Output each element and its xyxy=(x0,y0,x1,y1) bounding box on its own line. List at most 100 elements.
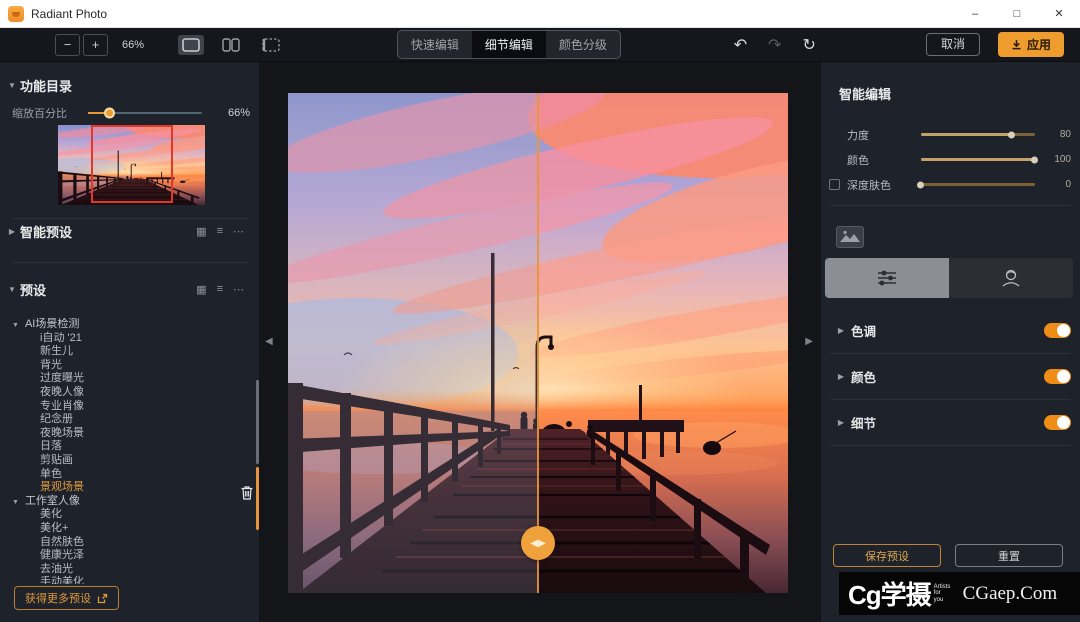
scrollbar-marker[interactable] xyxy=(256,467,259,530)
preset-item[interactable]: 景观场景 xyxy=(0,481,252,495)
edit-mode-tab[interactable]: 快速编辑 xyxy=(398,31,472,58)
divider xyxy=(12,218,248,219)
slider-checkbox[interactable] xyxy=(829,179,840,190)
slider-label: 深度肤色 xyxy=(847,177,921,193)
navigator-viewport-rect[interactable] xyxy=(91,125,173,203)
list-view-icon[interactable]: ≡ xyxy=(217,225,223,238)
slider-value: 80 xyxy=(1035,129,1071,140)
slider-value: 0 xyxy=(1035,179,1071,190)
smart-presets-title: 智能预设 xyxy=(20,222,72,241)
zoom-percent-row: 缩放百分比 66% xyxy=(12,105,250,121)
presets-header[interactable]: ▼ 预设 ▦ ≡ ⋯ xyxy=(4,280,256,299)
preset-item[interactable]: i自动 '21 xyxy=(0,332,252,346)
reset-button[interactable]: 重置 xyxy=(955,544,1063,567)
preset-item[interactable]: ▼AI场景检测 xyxy=(0,318,252,332)
preset-item[interactable]: 背光 xyxy=(0,359,252,373)
preset-item[interactable]: 日落 xyxy=(0,440,252,454)
adjustment-section-row[interactable]: ▶ 色调 xyxy=(831,308,1071,354)
grid-view-icon[interactable]: ▦ xyxy=(196,225,206,238)
slider-track[interactable] xyxy=(921,158,1035,161)
photo-preview: ◀▶ xyxy=(288,93,788,593)
next-image-arrow[interactable]: ▶ xyxy=(805,336,813,347)
slider-row: 力度 80 xyxy=(821,122,1080,147)
preset-item[interactable]: 自然肤色 xyxy=(0,536,252,550)
navigator-thumbnail[interactable] xyxy=(58,125,205,205)
preset-item[interactable]: 过度曝光 xyxy=(0,372,252,386)
preset-item[interactable]: 美化+ xyxy=(0,522,252,536)
chevron-right-icon: ▶ xyxy=(831,372,851,381)
before-after-split-line[interactable] xyxy=(537,93,539,593)
more-options-icon[interactable]: ⋯ xyxy=(233,283,244,296)
right-panel: 智能编辑 力度 80 颜色 xyxy=(820,62,1080,622)
preset-item[interactable]: 夜晚场景 xyxy=(0,427,252,441)
watermark-site: CGaep.Com xyxy=(963,583,1057,605)
left-sidebar: ▼ 功能目录 缩放百分比 66% ▶ 智能预设 xyxy=(0,62,260,622)
function-catalog-header[interactable]: ▼ 功能目录 xyxy=(4,76,72,95)
divider xyxy=(831,205,1071,206)
more-options-icon[interactable]: ⋯ xyxy=(233,225,244,238)
slider-track[interactable] xyxy=(921,133,1035,136)
edit-mode-tab[interactable]: 细节编辑 xyxy=(472,31,546,58)
preset-item[interactable]: 专业肖像 xyxy=(0,400,252,414)
adjustment-section-row[interactable]: ▶ 细节 xyxy=(831,400,1071,446)
slider-label: 力度 xyxy=(847,127,921,143)
section-label: 色调 xyxy=(851,321,876,340)
tab-portrait-adjustments[interactable] xyxy=(949,258,1073,298)
split-view-icon[interactable] xyxy=(218,35,244,55)
minimize-button[interactable]: – xyxy=(954,0,996,27)
adjustment-tabs xyxy=(825,258,1073,298)
preset-item[interactable]: 剪贴画 xyxy=(0,454,252,468)
edit-mode-tab[interactable]: 颜色分级 xyxy=(546,31,620,58)
section-label: 颜色 xyxy=(851,367,876,386)
close-button[interactable]: ✕ xyxy=(1038,0,1080,27)
save-preset-button[interactable]: 保存预设 xyxy=(833,544,941,567)
list-view-icon[interactable]: ≡ xyxy=(217,283,223,296)
zoom-out-button[interactable]: − xyxy=(55,34,80,56)
get-more-presets-button[interactable]: 获得更多预设 xyxy=(14,586,119,610)
preset-item[interactable]: 去油光 xyxy=(0,563,252,577)
section-toggle[interactable] xyxy=(1044,323,1071,338)
section-toggle[interactable] xyxy=(1044,369,1071,384)
preset-item[interactable]: 夜晚人像 xyxy=(0,386,252,400)
compare-view-icon[interactable] xyxy=(258,35,284,55)
titlebar: Radiant Photo – □ ✕ xyxy=(0,0,1080,28)
zoom-slider[interactable] xyxy=(88,112,202,114)
redo-icon[interactable]: ↷ xyxy=(768,35,781,55)
presets-title: 预设 xyxy=(20,280,46,299)
zoom-level-value: 66% xyxy=(122,39,152,51)
preset-item[interactable]: 健康光泽 xyxy=(0,549,252,563)
smart-presets-header[interactable]: ▶ 智能预设 ▦ ≡ ⋯ xyxy=(4,222,256,241)
watermark-brand: Cg学摄 xyxy=(848,575,931,612)
previous-image-arrow[interactable]: ◀ xyxy=(265,336,273,347)
undo-icon[interactable]: ↶ xyxy=(734,35,747,55)
single-view-icon[interactable] xyxy=(178,35,204,55)
toolbar: − + 66% 快速编辑细节编辑颜色分级 ↶ ↷ ↻ 取消 应用 xyxy=(0,28,1080,62)
maximize-button[interactable]: □ xyxy=(996,0,1038,27)
zoom-slider-handle[interactable] xyxy=(104,108,115,119)
slider-track[interactable] xyxy=(921,183,1035,186)
preset-item[interactable]: 新生儿 xyxy=(0,345,252,359)
section-toggle[interactable] xyxy=(1044,415,1071,430)
zoom-in-button[interactable]: + xyxy=(83,34,108,56)
preset-item[interactable]: 手动美化 xyxy=(0,576,252,584)
watermark-tagline: Artists for you xyxy=(934,584,950,604)
image-preview-icon[interactable] xyxy=(836,226,864,248)
grid-view-icon[interactable]: ▦ xyxy=(196,283,206,296)
before-after-split-handle[interactable]: ◀▶ xyxy=(521,526,555,560)
preset-item[interactable]: ▼工作室人像 xyxy=(0,495,252,509)
apply-button[interactable]: 应用 xyxy=(998,32,1064,57)
tab-global-adjustments[interactable] xyxy=(825,258,949,298)
preset-item[interactable]: 美化 xyxy=(0,508,252,522)
zoom-percent-value: 66% xyxy=(228,107,250,119)
scrollbar-thumb[interactable] xyxy=(256,380,259,464)
reset-image-icon[interactable]: ↻ xyxy=(803,35,816,55)
slider-row: 深度肤色 0 xyxy=(821,172,1080,197)
adjustment-section-row[interactable]: ▶ 颜色 xyxy=(831,354,1071,400)
cancel-button[interactable]: 取消 xyxy=(926,33,980,56)
preset-item[interactable]: 纪念册 xyxy=(0,413,252,427)
chevron-down-icon: ▼ xyxy=(4,81,20,90)
preset-item[interactable]: 单色 xyxy=(0,468,252,482)
divider xyxy=(12,262,248,263)
function-catalog-title: 功能目录 xyxy=(20,76,72,95)
delete-preset-icon[interactable] xyxy=(240,485,254,500)
